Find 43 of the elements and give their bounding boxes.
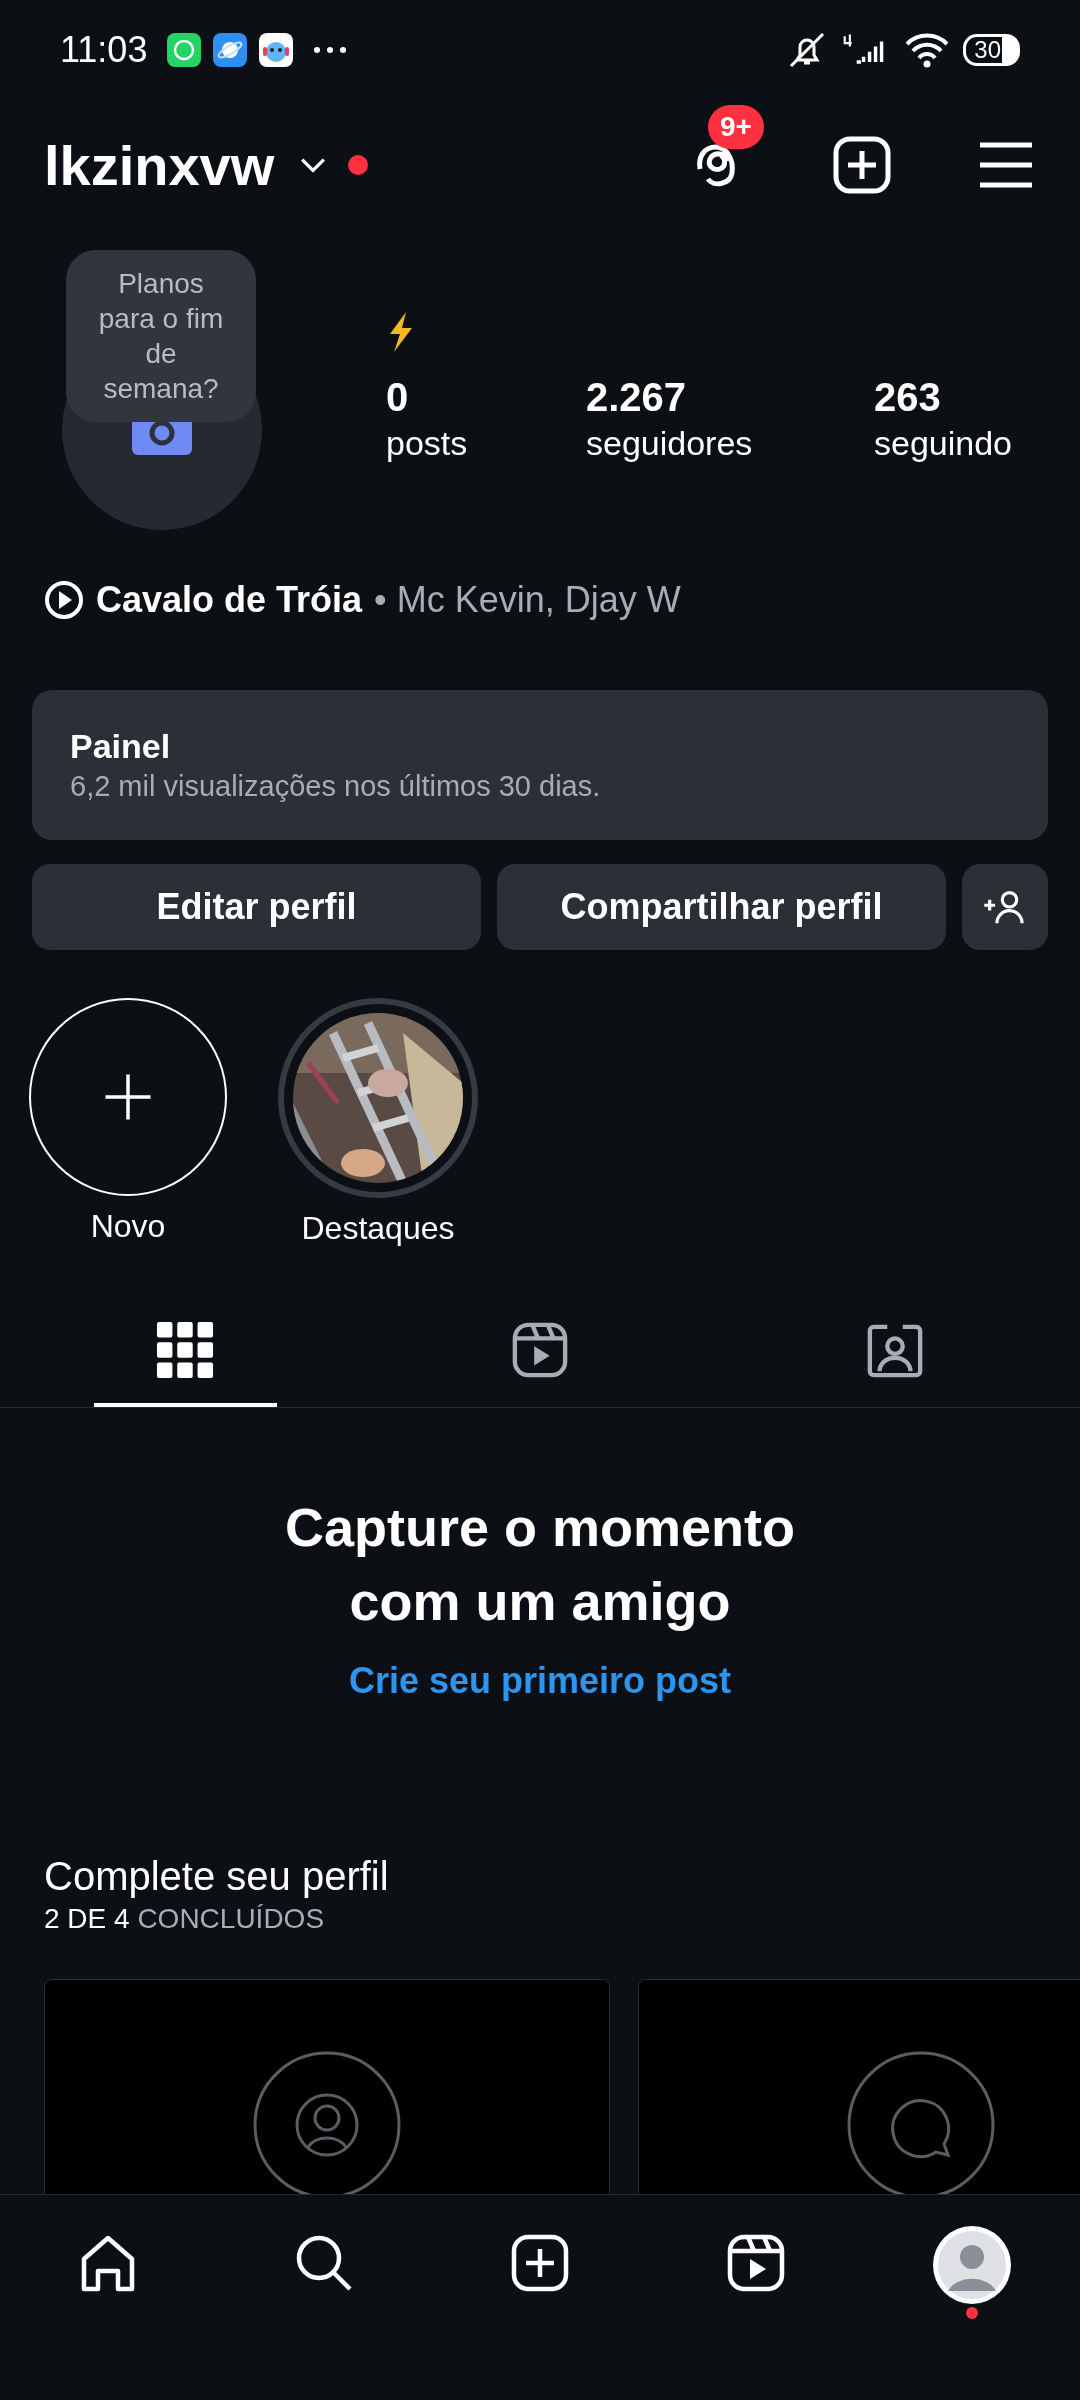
empty-state-title: Capture o momento com um amigo (284, 1496, 796, 1633)
stat-count[interactable]: 0 (386, 374, 586, 420)
planet-app-icon (213, 33, 248, 67)
account-name[interactable]: lkzinxvw (44, 132, 275, 198)
more-icon (313, 46, 348, 54)
dashboard-subtitle: 6,2 mil visualizações nos últimos 30 dias. (70, 770, 602, 803)
add-icon[interactable] (510, 2233, 570, 2293)
chevron-down-icon[interactable] (300, 157, 327, 173)
battery-indicator: 30 (963, 34, 1020, 66)
dashboard-title: Painel (70, 727, 172, 766)
play-icon[interactable] (44, 580, 84, 620)
share-profile-button[interactable]: Compartilhar perfil (497, 864, 946, 950)
dashboard-card[interactable]: Painel 6,2 mil visualizações nos últimos 30 dias. (32, 690, 1048, 840)
highlight-label[interactable]: Destaques (301, 1210, 455, 1247)
stat-label[interactable]: posts (386, 420, 586, 466)
plus-icon (102, 1071, 154, 1123)
section-title: Complete seu perfil (44, 1854, 390, 1899)
stat-count[interactable]: 2.267 (586, 374, 874, 420)
edit-profile-button[interactable]: Editar perfil (32, 864, 481, 950)
progress-text: 2 DE 4 CONCLUÍDOS (44, 1903, 326, 1935)
song-title[interactable]: Cavalo de Tróia (96, 579, 363, 621)
profile-icon (252, 2050, 402, 2194)
add-icon[interactable] (832, 135, 892, 195)
notification-badge: 9+ (708, 105, 764, 149)
avatar-icon[interactable] (932, 2225, 1012, 2305)
stat-label[interactable]: seguidores (586, 420, 874, 466)
song-artist: • Mc Kevin, Djay W (374, 579, 681, 621)
new-highlight-button[interactable] (29, 998, 227, 1196)
reels-icon (511, 1321, 569, 1379)
status-time: 11:03 (60, 29, 148, 71)
grid-icon (156, 1321, 215, 1379)
search-icon[interactable] (294, 2233, 354, 2293)
highlight-ring[interactable] (278, 998, 478, 1198)
bird-app-icon (259, 33, 294, 67)
chat-app-icon (167, 33, 202, 67)
stat-count[interactable]: 263 (874, 374, 1074, 420)
add-friend-button[interactable] (962, 864, 1048, 950)
reels-icon[interactable] (726, 2233, 786, 2293)
stat-label[interactable]: seguindo (874, 420, 1074, 466)
speech-bubble-icon (846, 2050, 996, 2194)
create-post-link[interactable]: Crie seu primeiro post (348, 1660, 732, 1702)
note-tooltip[interactable]: Planos para o fim de semana? (66, 250, 256, 422)
highlight-label[interactable]: Novo (90, 1208, 166, 1245)
